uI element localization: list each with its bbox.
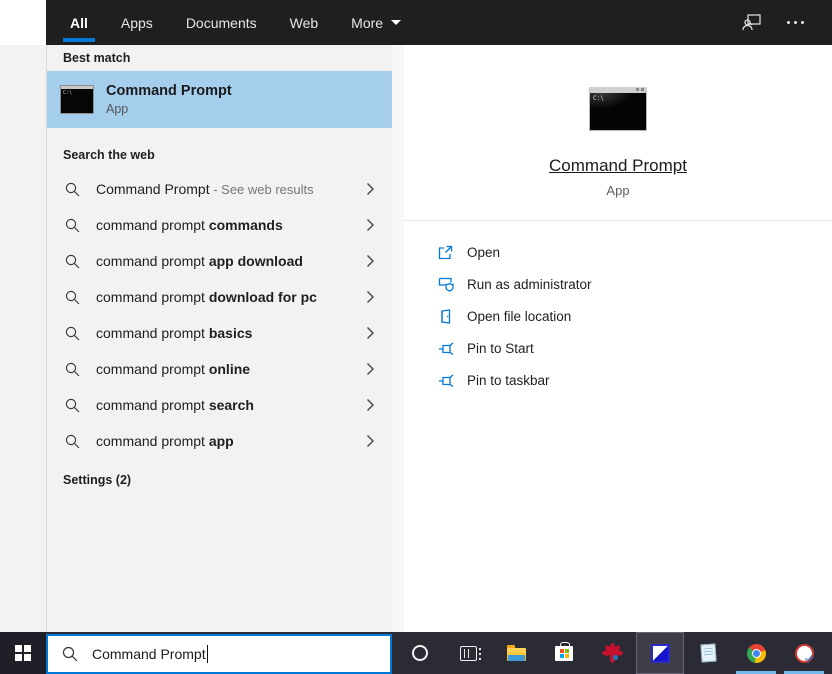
- start-button[interactable]: [0, 632, 46, 674]
- command-prompt-large-icon: C:\: [589, 87, 647, 131]
- result-detail-panel: C:\ Command Prompt App Open Run as admin…: [404, 45, 832, 632]
- search-icon: [65, 290, 80, 305]
- pin-icon: [438, 374, 454, 387]
- tab-all[interactable]: All: [70, 0, 88, 45]
- web-suggestion-row[interactable]: command prompt app: [47, 423, 403, 459]
- action-pin-to-taskbar[interactable]: Pin to taskbar: [438, 364, 832, 396]
- filter-tabs: All Apps Documents Web More: [70, 0, 401, 45]
- search-results-panel: Best match C:\ Command Prompt App Search…: [46, 45, 403, 632]
- best-match-title: Command Prompt: [106, 82, 232, 101]
- scrollbar-track[interactable]: [392, 45, 403, 632]
- tab-web[interactable]: Web: [290, 0, 319, 45]
- best-match-header: Best match: [47, 45, 403, 71]
- command-prompt-icon: C:\: [61, 86, 93, 113]
- windows-logo-icon: [15, 645, 31, 661]
- action-open[interactable]: Open: [438, 236, 832, 268]
- action-open-file-location[interactable]: Open file location: [438, 300, 832, 332]
- search-the-web-header: Search the web: [47, 142, 403, 168]
- notepad-icon: [700, 643, 716, 662]
- detail-title-link[interactable]: Command Prompt: [549, 156, 687, 176]
- notepad-button[interactable]: [684, 632, 732, 674]
- search-icon: [65, 182, 80, 197]
- context-actions: Open Run as administrator Open file loca…: [404, 221, 832, 396]
- huawei-suite-button[interactable]: [588, 632, 636, 674]
- snipping-tool-button[interactable]: [780, 632, 828, 674]
- user-feedback-icon[interactable]: [742, 14, 761, 31]
- chevron-down-icon: [391, 20, 401, 25]
- desktop-corner: [0, 0, 46, 45]
- search-filter-bar: All Apps Documents Web More: [46, 0, 832, 45]
- task-view-icon: [460, 646, 477, 661]
- chevron-right-icon[interactable]: [365, 434, 375, 448]
- web-suggestion-row[interactable]: command prompt download for pc: [47, 279, 403, 315]
- web-suggestion-row[interactable]: command prompt app download: [47, 243, 403, 279]
- settings-header: Settings (2): [47, 467, 403, 493]
- best-match-result[interactable]: C:\ Command Prompt App: [47, 71, 403, 128]
- search-input-value[interactable]: Command Prompt: [92, 646, 206, 662]
- search-icon: [65, 218, 80, 233]
- web-suggestion-row[interactable]: command prompt search: [47, 387, 403, 423]
- window-controls-dots: [636, 88, 644, 91]
- microsoft-store-icon: [555, 646, 573, 661]
- tab-more[interactable]: More: [351, 0, 401, 45]
- chevron-right-icon[interactable]: [365, 218, 375, 232]
- huawei-flower-icon: [602, 643, 623, 663]
- file-explorer-icon: [507, 648, 526, 661]
- best-match-subtitle: App: [106, 101, 232, 117]
- chevron-right-icon[interactable]: [365, 398, 375, 412]
- chevron-right-icon[interactable]: [365, 362, 375, 376]
- pin-icon: [438, 342, 454, 355]
- action-run-as-administrator[interactable]: Run as administrator: [438, 268, 832, 300]
- search-icon: [65, 326, 80, 341]
- cortana-button[interactable]: [396, 632, 444, 674]
- action-pin-to-start[interactable]: Pin to Start: [438, 332, 832, 364]
- detail-subtitle: App: [606, 183, 629, 198]
- chrome-icon: [747, 644, 766, 663]
- diagonal-square-icon: [651, 644, 670, 663]
- cortana-icon: [412, 645, 428, 661]
- admin-shield-icon: [438, 277, 454, 292]
- web-suggestion-row[interactable]: command prompt online: [47, 351, 403, 387]
- chevron-right-icon[interactable]: [365, 326, 375, 340]
- search-icon: [65, 254, 80, 269]
- web-suggestion-row[interactable]: command prompt commands: [47, 207, 403, 243]
- search-icon: [65, 362, 80, 377]
- web-suggestion-row[interactable]: Command Prompt - See web results: [47, 171, 403, 207]
- web-suggestion-row[interactable]: command prompt basics: [47, 315, 403, 351]
- search-icon: [65, 434, 80, 449]
- chevron-right-icon[interactable]: [365, 290, 375, 304]
- microsoft-store-button[interactable]: [540, 632, 588, 674]
- taskbar-icons: [396, 632, 832, 674]
- tab-apps[interactable]: Apps: [121, 0, 153, 45]
- open-icon: [438, 245, 454, 260]
- chevron-right-icon[interactable]: [365, 254, 375, 268]
- taskbar: Command Prompt: [0, 632, 832, 674]
- text-cursor: [207, 645, 208, 663]
- chrome-button[interactable]: [732, 632, 780, 674]
- more-options-icon[interactable]: [787, 21, 804, 24]
- task-view-button[interactable]: [444, 632, 492, 674]
- file-explorer-button[interactable]: [492, 632, 540, 674]
- snipping-tool-icon: [795, 644, 814, 663]
- search-icon: [62, 646, 78, 662]
- web-suggestion-list: Command Prompt - See web results command…: [47, 171, 403, 459]
- desktop-background-strip: [0, 0, 46, 632]
- paint-app-button[interactable]: [636, 632, 684, 674]
- search-icon: [65, 398, 80, 413]
- tab-documents[interactable]: Documents: [186, 0, 257, 45]
- taskbar-search-box[interactable]: Command Prompt: [46, 634, 392, 674]
- file-location-icon: [438, 309, 454, 324]
- chevron-right-icon[interactable]: [365, 182, 375, 196]
